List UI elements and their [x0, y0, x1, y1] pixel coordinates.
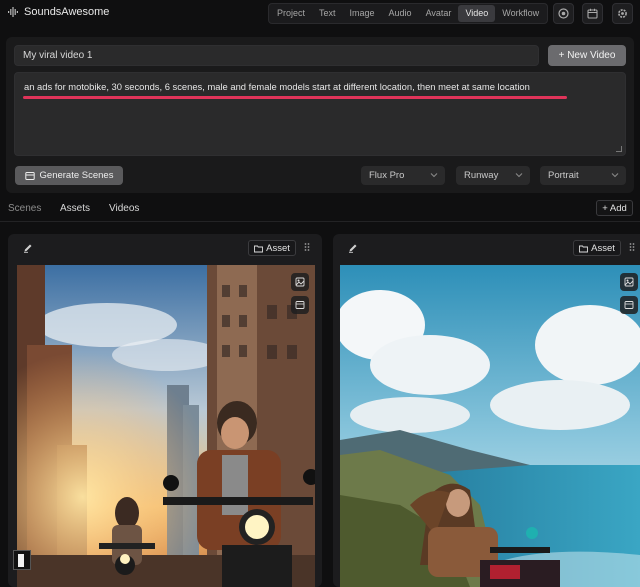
- resize-handle[interactable]: [616, 146, 622, 152]
- scene-card-header: Asset: [333, 234, 640, 265]
- tab-avatar[interactable]: Avatar: [419, 5, 459, 22]
- scene-thumbnail-badge[interactable]: [13, 550, 31, 570]
- scenes-icon: [24, 171, 35, 180]
- chevron-down-icon: [611, 173, 619, 178]
- tab-workflow[interactable]: Workflow: [495, 5, 546, 22]
- image-model-select[interactable]: Flux Pro: [361, 166, 445, 185]
- video-generate-button[interactable]: [291, 296, 309, 314]
- prompt-textarea[interactable]: an ads for motobike, 30 seconds, 6 scene…: [14, 72, 626, 156]
- drag-handle-icon[interactable]: [304, 242, 310, 252]
- tab-image[interactable]: Image: [343, 5, 382, 22]
- scene-card-header: Asset: [8, 234, 322, 265]
- asset-button[interactable]: Asset: [573, 240, 621, 256]
- drag-handle-icon[interactable]: [629, 242, 635, 252]
- film-icon: [624, 301, 634, 309]
- tab-audio[interactable]: Audio: [382, 5, 419, 22]
- chevron-down-icon: [515, 173, 523, 178]
- scene-card: Asset: [8, 234, 322, 587]
- settings-button[interactable]: [612, 3, 633, 24]
- gear-icon: [618, 9, 627, 18]
- video-title-input[interactable]: [14, 45, 539, 66]
- film-icon: [295, 301, 305, 309]
- add-button[interactable]: + Add: [596, 200, 633, 216]
- image-regenerate-button[interactable]: [620, 273, 638, 291]
- scene-image-city[interactable]: [17, 265, 315, 587]
- calendar-icon: [587, 8, 598, 19]
- video-model-value: Runway: [464, 170, 499, 181]
- spellcheck-underline: [23, 96, 567, 99]
- credits-button[interactable]: [553, 3, 574, 24]
- tab-project[interactable]: Project: [270, 5, 312, 22]
- generate-scenes-label: Generate Scenes: [39, 170, 114, 181]
- scene-card: Asset: [333, 234, 640, 587]
- image-regenerate-button[interactable]: [291, 273, 309, 291]
- tab-videos[interactable]: Videos: [109, 203, 139, 214]
- waveform-icon: [8, 7, 18, 17]
- city-motorcycle-scene: [17, 265, 315, 587]
- orientation-select[interactable]: Portrait: [540, 166, 626, 185]
- new-video-button[interactable]: + New Video: [548, 45, 626, 66]
- generate-scenes-button[interactable]: Generate Scenes: [15, 166, 123, 185]
- tab-video[interactable]: Video: [458, 5, 496, 22]
- main-nav: Project Text Image Audio Avatar Video Wo…: [268, 3, 549, 24]
- orientation-value: Portrait: [548, 170, 579, 181]
- calendar-button[interactable]: [582, 3, 603, 24]
- scene-image-coast[interactable]: [340, 265, 640, 587]
- chevron-down-icon: [430, 173, 438, 178]
- brand[interactable]: SoundsAwesome: [8, 6, 109, 18]
- video-model-select[interactable]: Runway: [456, 166, 530, 185]
- asset-button[interactable]: Asset: [248, 240, 296, 256]
- image-icon: [295, 277, 305, 287]
- tab-scenes[interactable]: Scenes: [8, 203, 41, 214]
- app-name: SoundsAwesome: [24, 6, 110, 18]
- folder-plus-icon: [254, 245, 264, 252]
- asset-label: Asset: [266, 242, 290, 254]
- video-generate-button[interactable]: [620, 296, 638, 314]
- image-icon: [624, 277, 634, 287]
- pencil-icon[interactable]: [348, 243, 358, 253]
- image-model-value: Flux Pro: [369, 170, 405, 181]
- top-bar: SoundsAwesome Project Text Image Audio A…: [0, 0, 640, 28]
- folder-plus-icon: [579, 245, 589, 252]
- coastal-motorcycle-scene: [340, 265, 640, 587]
- tab-text[interactable]: Text: [312, 5, 343, 22]
- asset-label: Asset: [591, 242, 615, 254]
- prompt-text: an ads for motobike, 30 seconds, 6 scene…: [24, 81, 530, 92]
- pencil-icon[interactable]: [23, 243, 33, 253]
- content-tabs: Scenes Assets Videos: [0, 198, 640, 222]
- tab-assets[interactable]: Assets: [60, 203, 90, 214]
- coin-icon: [558, 8, 569, 19]
